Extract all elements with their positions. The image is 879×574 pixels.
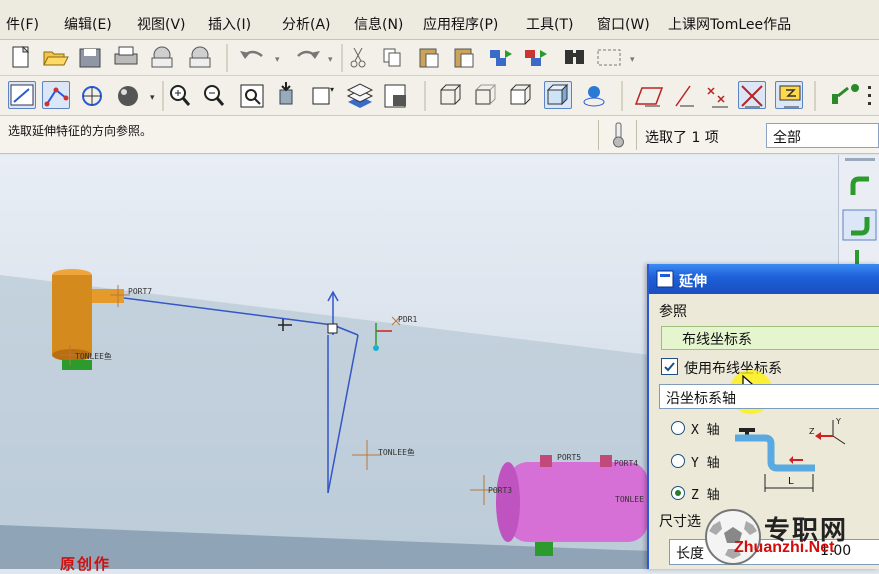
find-icon <box>565 50 584 64</box>
regenerate-manager-icon <box>525 50 547 66</box>
print-icon <box>114 46 138 65</box>
select-box-icon <box>597 49 621 66</box>
bottom-banner: 原创作 <box>60 555 112 573</box>
label-port3: PORT3 <box>488 486 513 495</box>
wireframe-icon <box>440 84 462 105</box>
thermometer-icon <box>613 122 624 148</box>
saved-view-icon <box>279 82 293 105</box>
zoom-out-icon <box>204 85 225 106</box>
svg-text:▾: ▾ <box>630 55 635 65</box>
label-port5: PORT5 <box>557 453 582 462</box>
menu-bar: 件(F) 编辑(E) 视图(V) 插入(I) 分析(A) 信息(N) 应用程序(… <box>0 0 879 40</box>
direction-select[interactable]: 沿坐标系轴 <box>659 384 879 409</box>
menu-applications[interactable]: 应用程序(P) <box>423 14 498 34</box>
regenerate-icon <box>490 50 512 66</box>
open-icon <box>43 51 69 66</box>
menu-tools[interactable]: 工具(T) <box>526 14 573 34</box>
label-pdr1: PDR1 <box>398 315 418 324</box>
pipe-elbow-icon <box>850 176 869 195</box>
selection-filter-value: 全部 <box>773 130 801 146</box>
label-tonlee-mid: TONLEE鱼 <box>378 448 415 457</box>
svg-text:▾: ▾ <box>330 85 334 94</box>
dialog-titlebar[interactable]: 延伸 <box>649 264 879 294</box>
new-icon <box>12 45 30 68</box>
triad-z-label: Z <box>809 427 815 436</box>
refit-icon <box>240 84 264 108</box>
annotation-icon <box>832 84 859 104</box>
toolbar-view: ▾ ▾ <box>0 76 879 116</box>
toolbar-standard: ▾ ▾ ▾ <box>0 40 879 76</box>
datum-axis-icon <box>675 85 694 107</box>
menu-window[interactable]: 窗口(W) <box>597 14 650 34</box>
soccer-ball-logo <box>705 509 761 565</box>
svg-text:▾: ▾ <box>328 55 333 65</box>
menu-info[interactable]: 信息(N) <box>354 14 403 34</box>
more-tools-icon <box>868 86 871 105</box>
menu-view[interactable]: 视图(V) <box>137 14 186 34</box>
datum-point-icon <box>707 87 728 108</box>
watermark: 专职网 Zhuanzhi.Net <box>700 505 879 569</box>
check-mark-icon <box>664 362 675 372</box>
label-tonlee-left: TONLEE鱼 <box>75 352 112 361</box>
menu-insert[interactable]: 插入(I) <box>208 14 251 34</box>
axis-triad-icon: Y Z <box>809 417 846 445</box>
datum-point-x-icon <box>741 85 763 108</box>
cut-icon <box>350 47 366 68</box>
undo-icon <box>240 50 263 59</box>
send-mail-icon <box>151 46 173 68</box>
paste-icon <box>419 48 439 68</box>
datum-plane-icon <box>634 87 664 107</box>
size-option-label: 尺寸选 <box>659 514 701 530</box>
view-manager-icon <box>384 84 406 108</box>
radio-x-label: X 轴 <box>691 423 720 438</box>
shading-icon <box>546 83 569 106</box>
reference-field[interactable]: 布线坐标系 <box>661 326 879 350</box>
direction-value: 沿坐标系轴 <box>666 391 736 407</box>
watermark-url: Zhuanzhi.Net <box>734 539 835 556</box>
sphere-shading-icon <box>118 86 138 106</box>
status-message: 选取延伸特征的方向参照。 <box>8 124 153 138</box>
use-coordsys-checkbox[interactable] <box>661 358 678 375</box>
menu-edit[interactable]: 编辑(E) <box>64 14 112 34</box>
save-icon <box>79 48 101 68</box>
coordsys-icon <box>779 85 801 108</box>
selection-filter[interactable]: 全部 <box>766 123 879 148</box>
hidden-line-icon <box>475 84 497 105</box>
zoom-in-icon <box>170 85 191 106</box>
copy-icon <box>383 48 401 67</box>
layer-icon <box>346 83 374 108</box>
orient-icon <box>82 86 102 106</box>
paste-special-icon <box>454 48 474 68</box>
menu-analysis[interactable]: 分析(A) <box>282 14 331 34</box>
dialog-window-icon <box>656 270 674 288</box>
orient-mode-icon: ▾ <box>312 85 334 105</box>
triad-y-label: Y <box>835 417 841 426</box>
svg-text:▾: ▾ <box>275 55 280 65</box>
spin-center-icon <box>583 86 605 107</box>
selection-count: 选取了 1 项 <box>645 130 719 146</box>
diagram-l-label: L <box>788 476 794 487</box>
no-hidden-icon <box>510 84 532 105</box>
reference-label: 参照 <box>659 304 687 320</box>
route-icon <box>44 87 69 107</box>
label-port7: PORT7 <box>128 287 153 296</box>
message-bar: 选取延伸特征的方向参照。 选取了 1 项 <box>0 116 879 154</box>
menu-author: 上课网TomLee作品 <box>668 17 792 33</box>
reference-value: 布线坐标系 <box>682 332 752 348</box>
radio-z-label: Z 轴 <box>691 488 720 503</box>
radio-z-axis[interactable] <box>671 486 685 500</box>
send-mail-alt-icon <box>189 46 211 68</box>
redo-icon <box>297 50 320 59</box>
label-port4: PORT4 <box>614 459 639 468</box>
svg-text:▾: ▾ <box>150 93 155 103</box>
dialog-title: 延伸 <box>679 274 707 290</box>
sketch-view-icon <box>10 84 34 106</box>
radio-y-label: Y 轴 <box>691 456 720 471</box>
radio-y-axis[interactable] <box>671 454 685 468</box>
label-tonlee-right: TONLEE <box>615 495 644 504</box>
radio-x-axis[interactable] <box>671 421 685 435</box>
menu-file[interactable]: 件(F) <box>6 14 39 34</box>
